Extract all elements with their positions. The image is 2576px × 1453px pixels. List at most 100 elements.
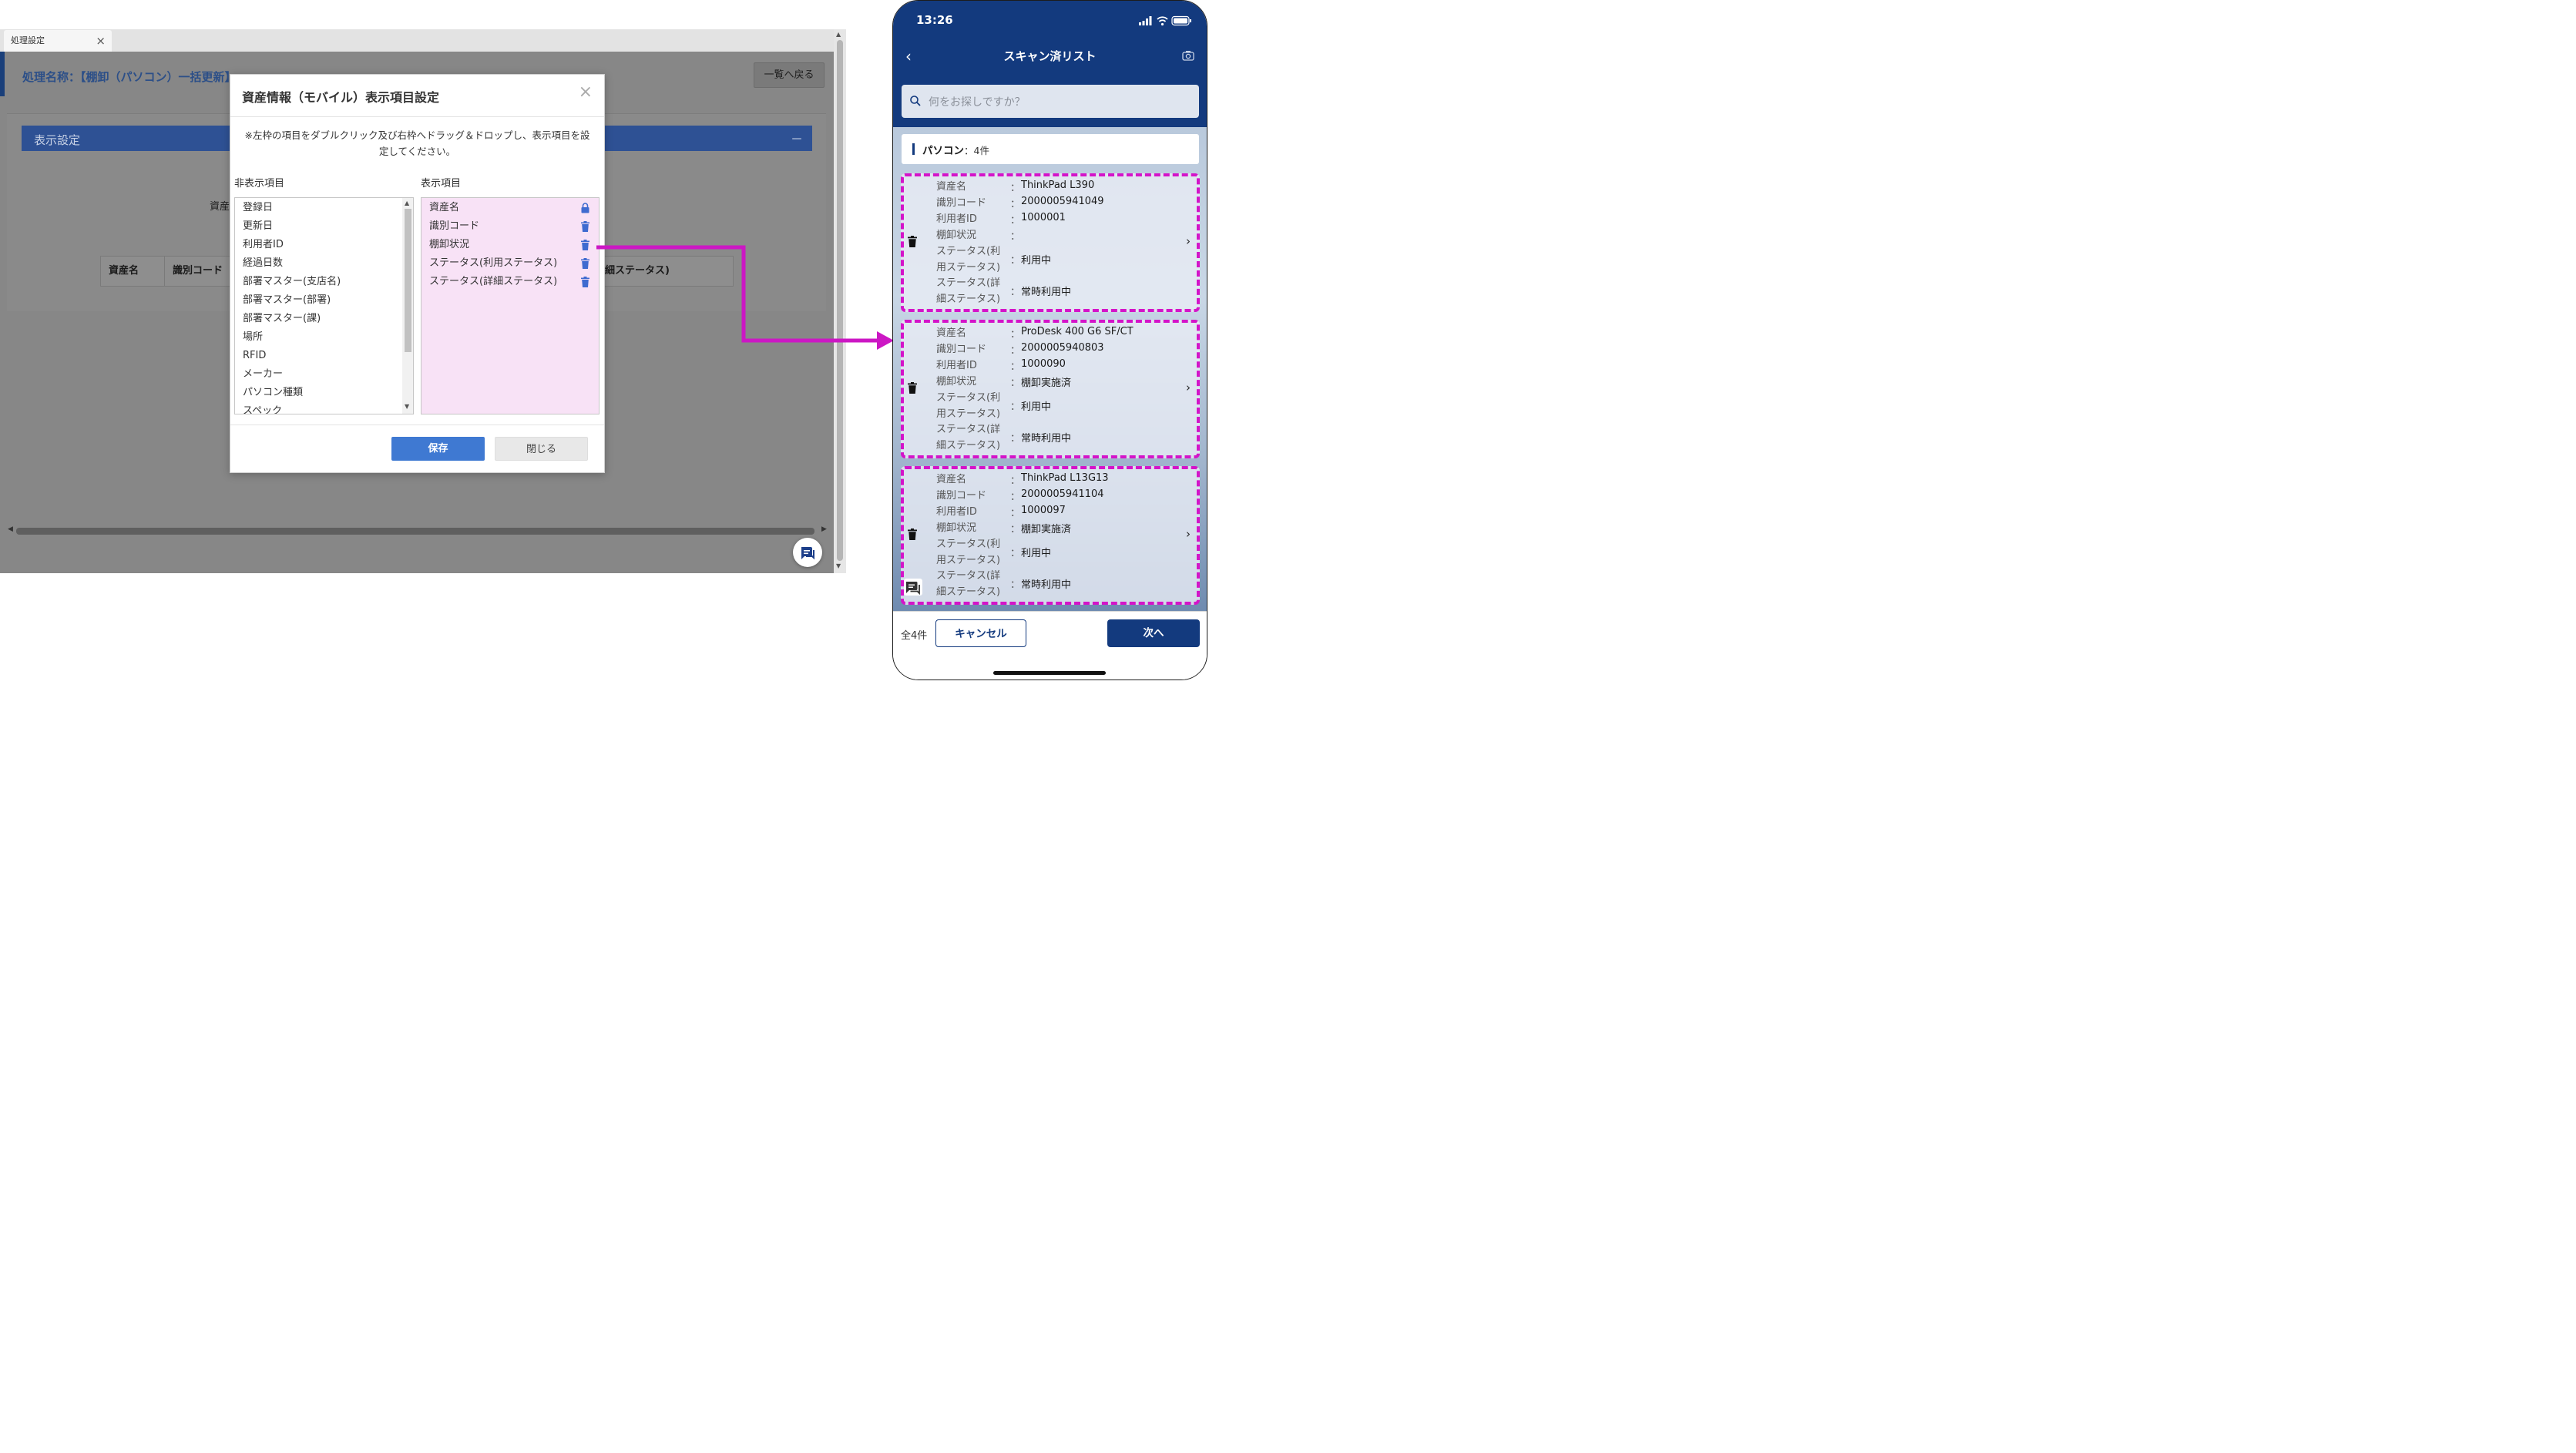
field-value: ThinkPad L13G13	[1021, 472, 1109, 484]
trash-icon[interactable]	[908, 529, 917, 540]
field-value: 2000005941104	[1021, 488, 1104, 500]
total-count: 全4件	[901, 630, 928, 642]
item-label: 資産名	[429, 202, 460, 213]
chat-button[interactable]	[793, 538, 822, 567]
trash-icon[interactable]	[908, 382, 917, 394]
field-value: 常時利用中	[1021, 287, 1072, 298]
display-settings-title: 表示設定	[34, 133, 81, 147]
field-value: 2000005940803	[1021, 342, 1104, 354]
list-item[interactable]: RFID	[235, 347, 401, 365]
home-indicator	[993, 671, 1106, 675]
asset-card[interactable]: › 資産名： ProDesk 400 G6 SF/CT 識別コード： 2000005…	[901, 320, 1200, 458]
asset-card[interactable]: › 資産名： ThinkPad L13G13 識別コード： 200000594110…	[901, 466, 1200, 605]
list-item[interactable]: ステータス(詳細ステータス)	[421, 273, 599, 291]
chat-icon[interactable]	[904, 579, 922, 596]
cancel-button[interactable]: キャンセル	[935, 619, 1026, 647]
list-item[interactable]: 資産名	[421, 199, 599, 217]
hidden-items-label: 非表示項目	[234, 178, 285, 190]
search-input[interactable]: 何をお探しですか？	[902, 85, 1199, 118]
trash-icon[interactable]	[581, 277, 589, 287]
process-title: 処理名称：【棚卸（パソコン）一括更新】	[22, 70, 237, 84]
scrollbar-thumb[interactable]	[837, 40, 843, 561]
trash-icon[interactable]	[908, 236, 917, 247]
scroll-right-icon[interactable]: ▶	[821, 525, 827, 533]
horizontal-scrollbar[interactable]: ◀ ▶	[6, 525, 828, 536]
field-value: 棚卸実施済	[1021, 524, 1072, 535]
scroll-up-icon[interactable]: ▲	[836, 31, 841, 38]
scroll-down-icon[interactable]: ▼	[836, 562, 841, 569]
column-header: 細ステータス)	[605, 265, 670, 277]
list-item[interactable]: 部署マスター(部署)	[235, 291, 401, 310]
list-item[interactable]: 部署マスター(課)	[235, 310, 401, 328]
item-label: 識別コード	[429, 220, 480, 232]
screen-title: スキャン済リスト	[1003, 49, 1097, 63]
column-header: 資産名	[109, 265, 139, 277]
asset-label: 資産	[210, 201, 230, 213]
list-item[interactable]: 更新日	[235, 217, 401, 236]
list-item[interactable]: 利用者ID	[235, 236, 401, 254]
status-time: 13:26	[916, 13, 953, 27]
list-item[interactable]: 棚卸状況	[421, 236, 599, 254]
chevron-right-icon[interactable]: ›	[1186, 381, 1191, 394]
field-value: ThinkPad L390	[1021, 180, 1095, 191]
instruction-line: 定してください。	[378, 146, 456, 157]
vertical-scrollbar[interactable]: ▲ ▼	[834, 29, 846, 573]
field-value: 1000090	[1021, 358, 1066, 370]
field-value: ProDesk 400 G6 SF/CT	[1021, 326, 1134, 337]
scrollbar-thumb[interactable]	[405, 209, 411, 352]
asset-card[interactable]: › 資産名： ThinkPad L390 識別コード： 2000005941049 …	[901, 173, 1200, 312]
tab-process-settings[interactable]: 処理設定 ×	[4, 30, 112, 52]
field-value: 1000097	[1021, 505, 1066, 516]
mobile-header: 13:26 ‹ スキャン済リスト 何をお探しですか？	[893, 1, 1207, 127]
scroll-left-icon[interactable]: ◀	[8, 525, 13, 533]
scroll-down-icon[interactable]: ▼	[405, 403, 409, 410]
item-label: ステータス(詳細ステータス)	[429, 276, 558, 287]
close-button[interactable]: 閉じる	[495, 437, 588, 461]
scroll-up-icon[interactable]: ▲	[405, 200, 409, 206]
list-item[interactable]: メーカー	[235, 365, 401, 384]
category-header: パソコン：4件	[902, 134, 1199, 164]
back-to-list-button[interactable]: 一覧へ戻る	[754, 62, 825, 88]
chevron-right-icon[interactable]: ›	[1186, 527, 1191, 541]
hidden-items-list[interactable]: 登録日 更新日 利用者ID 経過日数 部署マスター(支店名) 部署マスター(部署…	[234, 197, 414, 414]
shown-items-list[interactable]: 資産名 識別コード 棚卸状況 ステータス(利用ステータス) ステータス(詳細ステ…	[421, 197, 599, 414]
save-button[interactable]: 保存	[391, 437, 485, 461]
dialog-instruction: ※左枠の項目をダブルクリック及び右枠へドラッグ＆ドロップし、表示項目を設 定して…	[233, 127, 601, 159]
list-item[interactable]: 識別コード	[421, 217, 599, 236]
divider	[230, 116, 604, 117]
item-label: ステータス(利用ステータス)	[429, 257, 558, 269]
search-icon	[910, 96, 921, 106]
accent-edge	[0, 52, 5, 96]
shown-items-label: 表示項目	[421, 178, 462, 190]
field-value: 常時利用中	[1021, 579, 1072, 591]
field-value: 2000005941049	[1021, 196, 1104, 207]
tab-bar: 処理設定 ×	[0, 29, 834, 52]
instruction-line: ※左枠の項目をダブルクリック及び右枠へドラッグ＆ドロップし、表示項目を設	[244, 129, 590, 141]
scrollbar-thumb[interactable]	[16, 528, 814, 535]
close-icon[interactable]: ×	[579, 82, 593, 102]
mobile-screen: 13:26 ‹ スキャン済リスト 何をお探しですか？ パソコン：4件 › 資産名…	[892, 0, 1207, 680]
list-item[interactable]: 経過日数	[235, 254, 401, 273]
camera-icon[interactable]	[1182, 50, 1194, 61]
list-item[interactable]: 場所	[235, 328, 401, 347]
column-header: 識別コード	[164, 257, 223, 286]
dialog-title: 資産情報（モバイル）表示項目設定	[242, 90, 440, 105]
collapse-icon[interactable]: －	[791, 129, 803, 147]
list-item[interactable]: 登録日	[235, 199, 401, 217]
lock-icon	[581, 203, 589, 213]
tab-close-icon[interactable]: ×	[96, 30, 106, 52]
trash-icon[interactable]	[581, 221, 589, 232]
list-item[interactable]: スペック	[235, 402, 401, 414]
trash-icon[interactable]	[581, 258, 589, 269]
list-item[interactable]: ステータス(利用ステータス)	[421, 254, 599, 273]
list-scrollbar[interactable]: ▲ ▼	[402, 198, 413, 414]
list-item[interactable]: 部署マスター(支店名)	[235, 273, 401, 291]
chat-icon	[801, 547, 814, 560]
trash-icon[interactable]	[581, 240, 589, 250]
field-value: 利用中	[1021, 401, 1052, 413]
chevron-right-icon[interactable]: ›	[1186, 234, 1191, 248]
field-value: 利用中	[1021, 255, 1052, 267]
next-button[interactable]: 次へ	[1107, 619, 1200, 647]
list-item[interactable]: パソコン種類	[235, 384, 401, 402]
divider	[230, 424, 604, 425]
